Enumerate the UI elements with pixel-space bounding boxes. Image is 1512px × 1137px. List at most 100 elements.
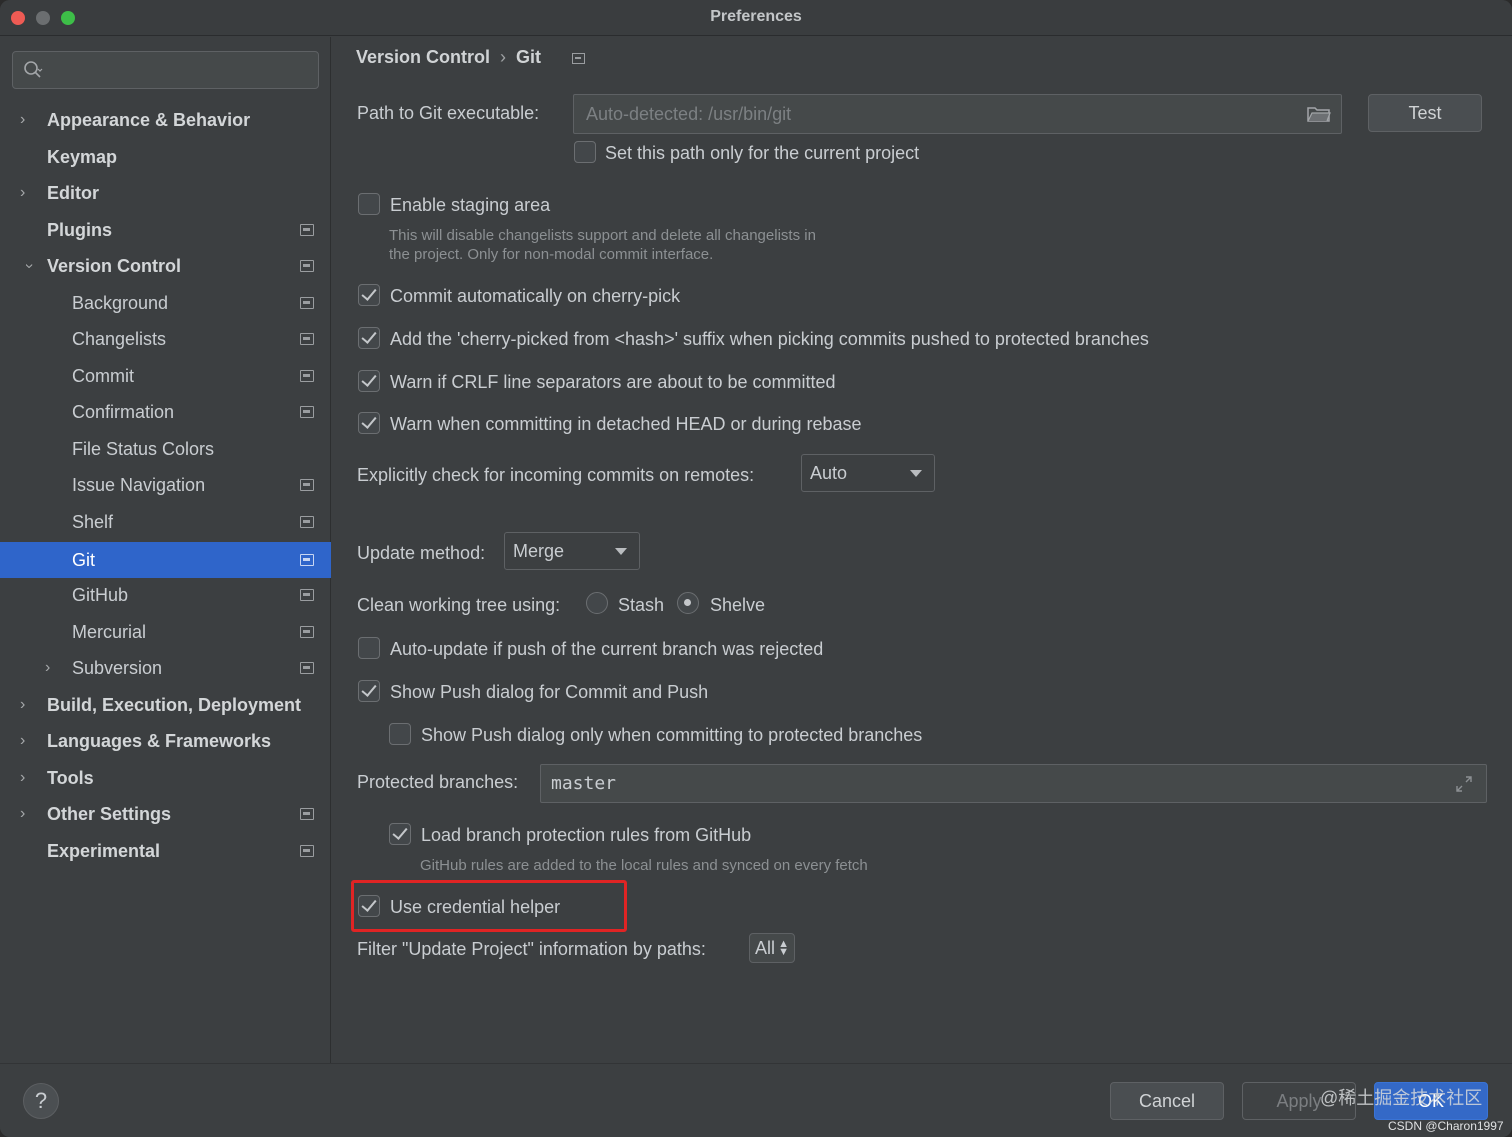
project-settings-icon [300, 370, 314, 382]
sidebar-item-label: File Status Colors [72, 439, 215, 459]
cherry-suffix-label: Add the 'cherry-picked from <hash>' suff… [390, 329, 1149, 349]
commit-cherry-pick-checkbox[interactable] [358, 284, 380, 306]
protected-branches-field[interactable]: master [540, 764, 1487, 803]
sidebar-item-label: Appearance & Behavior [47, 110, 251, 130]
incoming-commits-dropdown[interactable]: Auto [801, 454, 935, 492]
filter-label: Filter "Update Project" information by p… [357, 939, 706, 959]
chevron-right-icon[interactable]: › [20, 760, 38, 796]
load-rules-label: Load branch protection rules from GitHub [421, 825, 752, 845]
load-rules-checkbox[interactable] [389, 823, 411, 845]
chevron-down-icon[interactable]: › [11, 257, 47, 275]
sidebar-item-label: Subversion [72, 658, 163, 678]
show-push-protected-label: Show Push dialog only when committing to… [421, 725, 923, 745]
project-settings-icon [300, 808, 314, 820]
git-path-label: Path to Git executable: [357, 103, 540, 123]
project-settings-icon [300, 479, 314, 491]
auto-update-checkbox[interactable] [358, 637, 380, 659]
sidebar-item-build-execution-deployment[interactable]: › Build, Execution, Deployment [0, 687, 331, 723]
project-settings-icon [572, 53, 585, 64]
sidebar-item-label: Confirmation [72, 402, 175, 422]
folder-icon[interactable] [1307, 105, 1331, 123]
watermark: @稀土掘金技术社区 [1320, 1088, 1483, 1108]
sidebar-item-shelf[interactable]: Shelf [0, 504, 331, 540]
shelve-label: Shelve [710, 595, 766, 615]
sidebar-item-commit[interactable]: Commit [0, 358, 331, 394]
sidebar-item-label: GitHub [72, 585, 129, 605]
sidebar-item-label: Mercurial [72, 622, 147, 642]
chevron-right-icon[interactable]: › [20, 796, 38, 832]
chevron-right-icon[interactable]: › [20, 102, 38, 138]
chevron-right-icon[interactable]: › [20, 687, 38, 723]
show-push-label: Show Push dialog for Commit and Push [390, 682, 709, 702]
cherry-suffix-checkbox[interactable] [358, 327, 380, 349]
search-input[interactable] [12, 51, 319, 89]
sidebar-item-confirmation[interactable]: Confirmation [0, 394, 331, 430]
chevron-right-icon[interactable]: › [45, 650, 63, 686]
sidebar-item-file-status-colors[interactable]: File Status Colors [0, 431, 331, 467]
staging-hint-line2: the project. Only for non-modal commit i… [389, 246, 714, 263]
sidebar-item-background[interactable]: Background [0, 285, 331, 321]
sidebar-item-other-settings[interactable]: › Other Settings [0, 796, 331, 832]
sidebar-item-version-control[interactable]: › Version Control [0, 248, 331, 284]
sidebar-item-label: Changelists [72, 329, 167, 349]
sidebar-item-github[interactable]: GitHub [0, 577, 331, 613]
chevron-down-icon [615, 548, 627, 555]
staging-area-label: Enable staging area [390, 195, 551, 215]
warn-detached-label: Warn when committing in detached HEAD or… [390, 414, 862, 434]
show-push-protected-checkbox[interactable] [389, 723, 411, 745]
breadcrumb-separator: › [500, 47, 507, 67]
shelve-radio[interactable] [677, 592, 699, 614]
project-settings-icon [300, 845, 314, 857]
update-method-label: Update method: [357, 543, 486, 563]
window-title: Preferences [710, 8, 802, 25]
watermark-small: CSDN @Charon1997 [1388, 1119, 1504, 1133]
staging-area-checkbox[interactable] [358, 193, 380, 215]
sidebar-item-appearance-behavior[interactable]: › Appearance & Behavior [0, 102, 331, 138]
breadcrumb-parent[interactable]: Version Control [356, 47, 490, 67]
git-path-field[interactable]: Auto-detected: /usr/bin/git [573, 94, 1342, 134]
sidebar-item-changelists[interactable]: Changelists [0, 321, 331, 357]
show-push-checkbox[interactable] [358, 680, 380, 702]
chevron-down-icon [910, 470, 922, 477]
project-settings-icon [300, 516, 314, 528]
sidebar-item-issue-navigation[interactable]: Issue Navigation [0, 467, 331, 503]
sidebar-item-label: Shelf [72, 512, 114, 532]
auto-update-label: Auto-update if push of the current branc… [390, 639, 824, 659]
warn-crlf-checkbox[interactable] [358, 370, 380, 392]
sidebar-item-tools[interactable]: › Tools [0, 760, 331, 796]
preferences-window: Preferences › Appearance & Behavior Keym… [0, 0, 1512, 1137]
updown-icon: ▲ ▼ [778, 938, 789, 958]
sidebar-item-label: Languages & Frameworks [47, 731, 272, 751]
load-rules-hint: GitHub rules are added to the local rule… [420, 857, 868, 874]
project-settings-icon [300, 224, 314, 236]
chevron-right-icon[interactable]: › [20, 723, 38, 759]
sidebar-item-editor[interactable]: › Editor [0, 175, 331, 211]
sidebar-item-git[interactable]: Git [0, 542, 331, 578]
expand-icon[interactable] [1454, 774, 1474, 794]
test-button[interactable]: Test [1368, 94, 1482, 132]
sidebar-item-keymap[interactable]: Keymap [0, 139, 331, 175]
update-method-dropdown[interactable]: Merge [504, 532, 640, 570]
sidebar-item-label: Plugins [47, 220, 113, 240]
sidebar-item-mercurial[interactable]: Mercurial [0, 614, 331, 650]
warn-detached-checkbox[interactable] [358, 412, 380, 434]
project-settings-icon [300, 333, 314, 345]
sidebar-item-plugins[interactable]: Plugins [0, 212, 331, 248]
cancel-button[interactable]: Cancel [1110, 1082, 1224, 1120]
stash-label: Stash [618, 595, 665, 615]
help-button[interactable]: ? [23, 1083, 59, 1119]
project-settings-icon [300, 626, 314, 638]
filter-dropdown[interactable]: All ▲ ▼ [749, 933, 795, 963]
credential-helper-checkbox[interactable] [358, 895, 380, 917]
path-current-project-checkbox[interactable] [574, 141, 596, 163]
sidebar-item-subversion[interactable]: › Subversion [0, 650, 331, 686]
sidebar-item-experimental[interactable]: Experimental [0, 833, 331, 869]
chevron-right-icon[interactable]: › [20, 175, 38, 211]
project-settings-icon [300, 662, 314, 674]
sidebar-item-languages-frameworks[interactable]: › Languages & Frameworks [0, 723, 331, 759]
protected-branches-label: Protected branches: [357, 772, 519, 792]
project-settings-icon [300, 554, 314, 566]
title-bar: Preferences [0, 0, 1512, 36]
stash-radio[interactable] [586, 592, 608, 614]
git-settings-panel: Version Control › Git Path to Git executab… [332, 37, 1512, 1063]
